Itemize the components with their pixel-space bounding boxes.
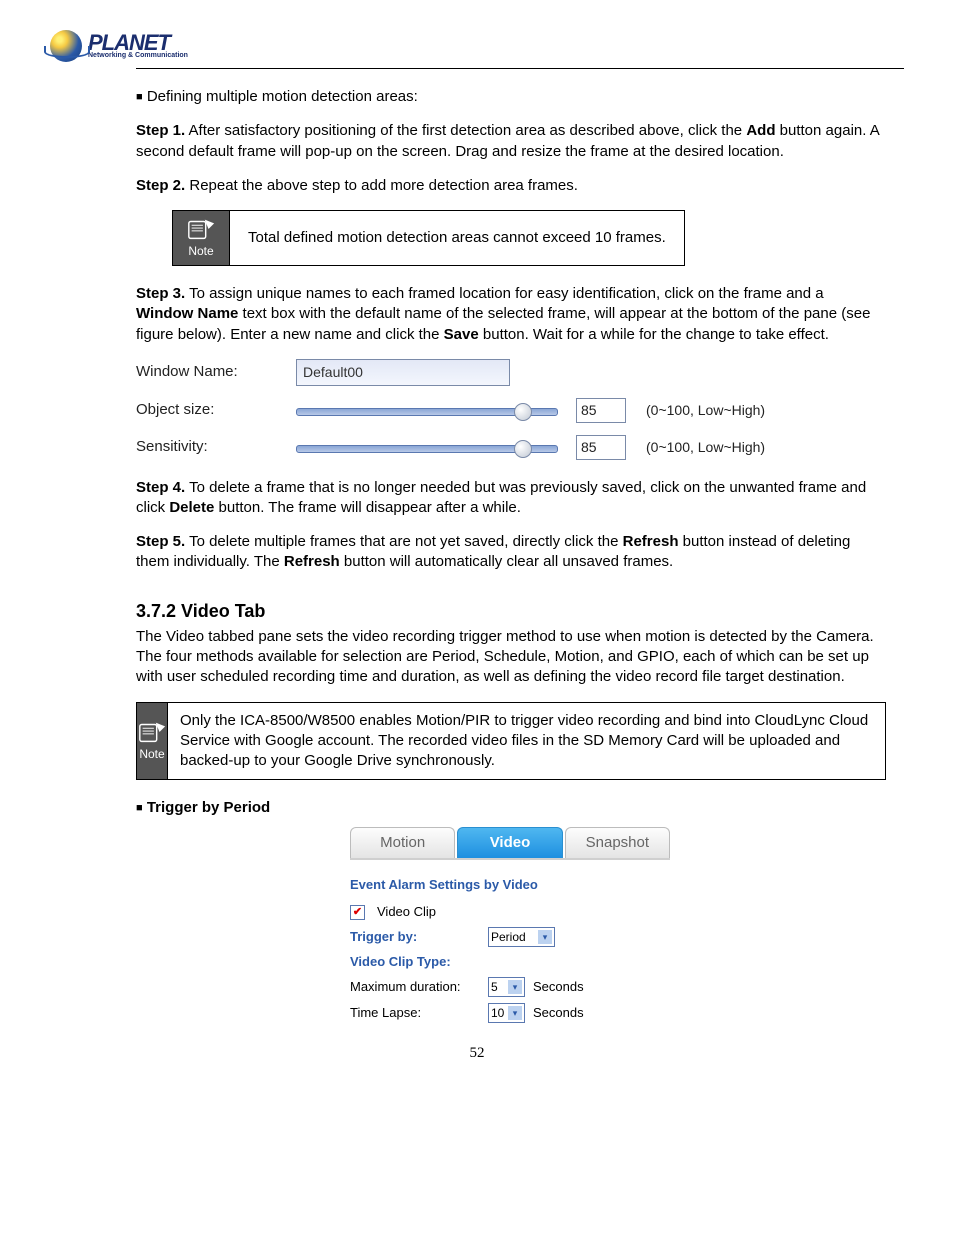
section-heading-video-tab: 3.7.2 Video Tab	[136, 599, 884, 623]
step-3: Step 3. To assign unique names to each f…	[136, 284, 884, 345]
step-4-text-b: button. The frame will disappear after a…	[214, 499, 521, 516]
bullet-icon: ■	[136, 802, 143, 814]
step-3-bold-save: Save	[444, 326, 479, 343]
time-lapse-label: Time Lapse:	[350, 1004, 480, 1022]
time-lapse-row: Time Lapse: 10 ▾ Seconds	[350, 1003, 670, 1023]
tab-bar: Motion Video Snapshot	[350, 827, 670, 860]
max-duration-label: Maximum duration:	[350, 978, 480, 996]
max-duration-value: 5	[491, 979, 505, 995]
section-intro-text: The Video tabbed pane sets the video rec…	[136, 627, 884, 688]
note-box-1: Note Total defined motion detection area…	[172, 210, 685, 266]
step-2-label: Step 2.	[136, 177, 185, 194]
logo: PLANET Networking & Communication	[50, 30, 904, 62]
header-separator	[136, 68, 904, 69]
logo-brand: PLANET	[88, 33, 188, 53]
trigger-by-period-heading: ■ Trigger by Period	[136, 798, 884, 818]
sensitivity-row: Sensitivity: 85 (0~100, Low~High)	[136, 435, 884, 460]
tab-snapshot[interactable]: Snapshot	[565, 827, 670, 858]
trigger-by-value: Period	[491, 929, 535, 945]
figure-window-settings: Window Name: Default00 Object size: 85 (…	[136, 359, 884, 460]
step-5: Step 5. To delete multiple frames that a…	[136, 532, 884, 573]
intro-line: ■ Defining multiple motion detection are…	[136, 87, 884, 107]
note-icon	[186, 217, 216, 241]
step-1-bold-add: Add	[746, 122, 775, 139]
page-number: 52	[50, 1045, 904, 1062]
window-name-label: Window Name:	[136, 362, 276, 382]
chevron-down-icon: ▾	[538, 930, 552, 944]
chevron-down-icon: ▾	[508, 980, 522, 994]
trigger-heading-text: Trigger by Period	[147, 799, 270, 816]
video-clip-row: ✔ Video Clip	[350, 903, 670, 921]
time-lapse-unit: Seconds	[533, 1004, 584, 1022]
step-1-text-a: After satisfactory positioning of the fi…	[185, 122, 746, 139]
step-5-bold-refresh-1: Refresh	[623, 533, 679, 550]
step-4-bold-delete: Delete	[169, 499, 214, 516]
note-1-text: Total defined motion detection areas can…	[230, 211, 684, 265]
intro-text: Defining multiple motion detection areas…	[147, 88, 418, 105]
sensitivity-value[interactable]: 85	[576, 435, 626, 460]
figure-video-panel: Motion Video Snapshot Event Alarm Settin…	[350, 827, 670, 1023]
page-content: ■ Defining multiple motion detection are…	[136, 87, 884, 1023]
trigger-by-select[interactable]: Period ▾	[488, 927, 555, 947]
step-4-label: Step 4.	[136, 479, 185, 496]
video-clip-label: Video Clip	[377, 903, 436, 921]
step-3-text-c: button. Wait for a while for the change …	[479, 326, 829, 343]
max-duration-row: Maximum duration: 5 ▾ Seconds	[350, 977, 670, 997]
step-2-text: Repeat the above step to add more detect…	[185, 177, 578, 194]
object-size-label: Object size:	[136, 400, 276, 420]
chevron-down-icon: ▾	[508, 1006, 522, 1020]
window-name-input[interactable]: Default00	[296, 359, 510, 386]
video-clip-checkbox[interactable]: ✔	[350, 905, 365, 920]
tab-video[interactable]: Video	[457, 827, 562, 858]
step-5-bold-refresh-2: Refresh	[284, 553, 340, 570]
note-1-label: Note	[188, 243, 213, 259]
step-3-text-a: To assign unique names to each framed lo…	[185, 285, 823, 302]
note-2-text: Only the ICA-8500/W8500 enables Motion/P…	[168, 703, 885, 780]
trigger-by-label: Trigger by:	[350, 928, 480, 946]
step-4: Step 4. To delete a frame that is no lon…	[136, 478, 884, 519]
sensitivity-hint: (0~100, Low~High)	[646, 438, 765, 457]
step-3-bold-window: Window Name	[136, 305, 238, 322]
clip-type-label: Video Clip Type:	[350, 953, 480, 971]
note-2-label: Note	[139, 746, 164, 762]
logo-tagline: Networking & Communication	[88, 52, 188, 59]
step-2: Step 2. Repeat the above step to add mor…	[136, 176, 884, 196]
step-1: Step 1. After satisfactory positioning o…	[136, 121, 884, 162]
step-3-label: Step 3.	[136, 285, 185, 302]
time-lapse-select[interactable]: 10 ▾	[488, 1003, 525, 1023]
note-icon-cell-2: Note	[137, 703, 168, 780]
max-duration-select[interactable]: 5 ▾	[488, 977, 525, 997]
object-size-slider[interactable]	[296, 403, 556, 417]
object-size-hint: (0~100, Low~High)	[646, 401, 765, 420]
trigger-by-row: Trigger by: Period ▾	[350, 927, 670, 947]
time-lapse-value: 10	[491, 1005, 505, 1021]
tab-motion[interactable]: Motion	[350, 827, 455, 858]
window-name-row: Window Name: Default00	[136, 359, 884, 386]
panel-title: Event Alarm Settings by Video	[350, 876, 670, 894]
max-duration-unit: Seconds	[533, 978, 584, 996]
note-icon-cell: Note	[173, 211, 230, 265]
object-size-value[interactable]: 85	[576, 398, 626, 423]
logo-text-block: PLANET Networking & Communication	[88, 33, 188, 60]
sensitivity-label: Sensitivity:	[136, 437, 276, 457]
object-size-row: Object size: 85 (0~100, Low~High)	[136, 398, 884, 423]
step-5-text-a: To delete multiple frames that are not y…	[185, 533, 622, 550]
logo-globe-icon	[50, 30, 82, 62]
step-1-label: Step 1.	[136, 122, 185, 139]
bullet-icon: ■	[136, 91, 143, 103]
sensitivity-slider[interactable]	[296, 440, 556, 454]
note-icon	[137, 720, 167, 744]
clip-type-row: Video Clip Type:	[350, 953, 670, 971]
step-5-label: Step 5.	[136, 533, 185, 550]
step-5-text-c: button will automatically clear all unsa…	[340, 553, 674, 570]
note-box-2: Note Only the ICA-8500/W8500 enables Mot…	[136, 702, 886, 781]
